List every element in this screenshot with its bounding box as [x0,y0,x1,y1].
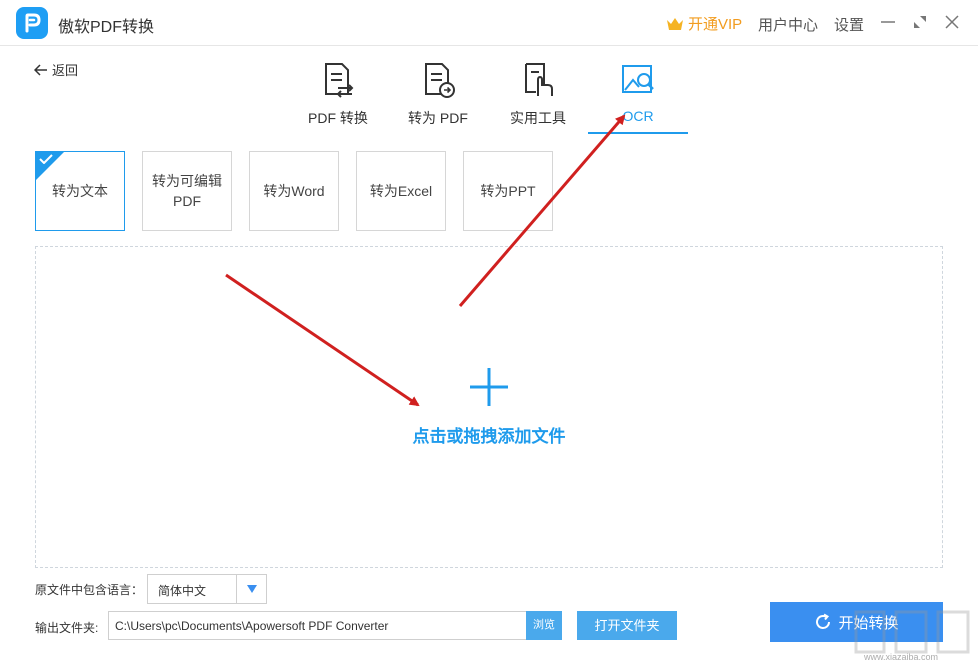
option-to-excel[interactable]: 转为Excel [356,151,446,231]
output-folder-label: 输出文件夹: [35,619,98,636]
option-label: 转为PPT [480,181,535,201]
active-tab-indicator [588,132,688,134]
tab-ocr[interactable]: OCR [588,56,688,134]
tab-label: 转为 PDF [388,108,488,128]
settings-link[interactable]: 设置 [834,14,864,35]
app-title: 傲软PDF转换 [58,13,154,37]
language-value: 简体中文 [158,582,206,599]
dropdown-toggle[interactable] [236,575,266,603]
close-icon[interactable] [942,12,962,32]
user-center-link[interactable]: 用户中心 [758,14,818,35]
pdf-convert-icon [318,60,358,100]
app-logo-icon [16,7,48,39]
tab-tools[interactable]: 实用工具 [488,56,588,134]
tab-label: OCR [588,108,688,124]
triangle-down-icon [246,584,258,594]
drop-zone-text[interactable]: 点击或拖拽添加文件 [380,422,598,447]
option-to-text[interactable]: 转为文本 [35,151,125,231]
back-button[interactable]: 返回 [34,60,78,79]
option-to-word[interactable]: 转为Word [249,151,339,231]
crown-icon [666,16,684,32]
option-label: 转为Word [263,181,324,201]
minimize-icon[interactable] [878,12,898,32]
vip-button[interactable]: 开通VIP [666,13,742,34]
title-bar: 傲软PDF转换 开通VIP 用户中心 设置 [0,0,978,46]
language-label: 原文件中包含语言： [35,581,143,598]
tab-label: 实用工具 [488,108,588,128]
option-to-editable-pdf[interactable]: 转为可编辑PDF [142,151,232,231]
to-pdf-icon [418,60,458,100]
back-label: 返回 [52,60,78,79]
tab-to-pdf[interactable]: 转为 PDF [388,56,488,134]
tab-label: PDF 转换 [288,108,388,128]
watermark-text: www.xiazaiba.com [864,652,938,662]
option-to-ppt[interactable]: 转为PPT [463,151,553,231]
open-folder-button[interactable]: 打开文件夹 [577,611,677,640]
output-path-field[interactable]: C:\Users\pc\Documents\Apowersoft PDF Con… [108,611,528,640]
option-label: 转为文本 [52,181,108,201]
tools-icon [518,60,558,100]
ocr-icon [618,60,658,100]
checkmark-icon [39,154,53,164]
browse-button[interactable]: 浏览 [526,611,562,640]
plus-icon[interactable] [468,366,510,408]
refresh-icon [814,613,832,631]
option-label: 转为Excel [370,181,432,201]
restore-icon[interactable] [910,12,930,32]
vip-label: 开通VIP [688,13,742,34]
arrow-left-icon [34,64,48,76]
language-select[interactable]: 简体中文 [147,574,267,604]
option-label: 转为可编辑PDF [152,171,222,211]
tab-pdf-convert[interactable]: PDF 转换 [288,56,388,134]
